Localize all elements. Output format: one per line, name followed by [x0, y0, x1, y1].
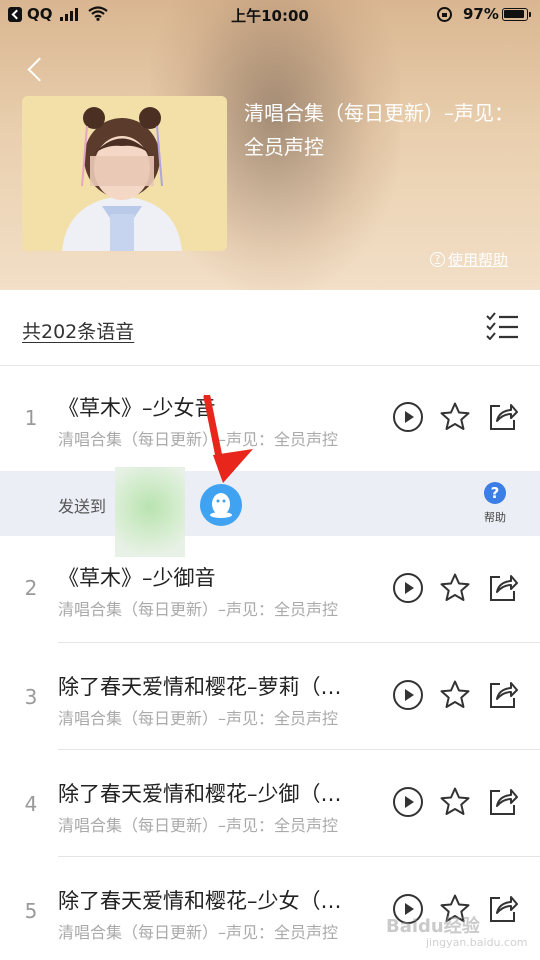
share-icon[interactable] [487, 893, 519, 925]
track-title: 《草木》–少御音 [58, 566, 216, 590]
track-number: 5 [24, 899, 38, 923]
qq-penguin-icon[interactable] [200, 484, 242, 526]
multi-select-list-icon[interactable] [485, 312, 519, 341]
battery-percent: 97% [463, 5, 499, 23]
send-to-label: 发送到 [58, 497, 107, 516]
track-subtitle: 清唱合集（每日更新）–声见：全员声控 [58, 816, 339, 835]
track-subtitle: 清唱合集（每日更新）–声见：全员声控 [58, 923, 339, 942]
track-title: 除了春天爱情和樱花–萝莉（… [58, 675, 342, 699]
status-bar: QQ 上午10:00 97% [0, 0, 540, 30]
album-header: QQ 上午10:00 97% 清唱合集（每日更新）–声见：全员声控 ? 使用帮助 [0, 0, 540, 290]
album-title: 清唱合集（每日更新）–声见：全员声控 [244, 101, 514, 159]
watermark-logo: Baidu经验 [386, 916, 480, 937]
album-cover-image [22, 96, 227, 251]
track-count-label[interactable]: 共202条语音 [22, 317, 134, 344]
play-icon[interactable] [392, 572, 424, 604]
play-icon[interactable] [392, 786, 424, 818]
share-icon[interactable] [487, 401, 519, 433]
rotation-lock-icon [437, 7, 452, 22]
list-item[interactable]: 1 《草木》–少女音 清唱合集（每日更新）–声见：全员声控 [0, 366, 540, 473]
share-target-bar: 发送到 [0, 471, 540, 536]
track-title: 除了春天爱情和樱花–少女（… [58, 889, 342, 913]
track-number: 3 [24, 685, 38, 709]
track-number: 2 [24, 576, 38, 600]
track-number: 4 [24, 792, 38, 816]
usage-help-link[interactable]: ? 使用帮助 [430, 249, 508, 270]
star-icon[interactable] [439, 401, 471, 433]
clock-time: 上午10:00 [231, 7, 309, 25]
track-number: 1 [24, 406, 38, 430]
play-icon[interactable] [392, 679, 424, 711]
list-item[interactable]: 4 除了春天爱情和樱花–少御（… 清唱合集（每日更新）–声见：全员声控 [0, 750, 540, 857]
list-item[interactable]: 3 除了春天爱情和樱花–萝莉（… 清唱合集（每日更新）–声见：全员声控 [0, 643, 540, 750]
help-button[interactable]: ? 帮助 [477, 482, 513, 528]
share-icon[interactable] [487, 786, 519, 818]
star-icon[interactable] [439, 786, 471, 818]
track-subtitle: 清唱合集（每日更新）–声见：全员声控 [58, 600, 339, 619]
track-title: 《草木》–少女音 [58, 396, 216, 420]
back-button[interactable] [22, 55, 52, 85]
track-title: 除了春天爱情和樱花–少御（… [58, 782, 342, 806]
watermark-url: jingyan.baidu.com [426, 936, 528, 949]
help-label: 帮助 [484, 511, 506, 524]
list-header: 共202条语音 [0, 290, 540, 366]
track-subtitle: 清唱合集（每日更新）–声见：全员声控 [58, 709, 339, 728]
question-icon: ? [430, 252, 445, 267]
help-icon: ? [484, 482, 506, 504]
share-icon[interactable] [487, 572, 519, 604]
track-subtitle: 清唱合集（每日更新）–声见：全员声控 [58, 430, 339, 449]
list-item[interactable]: 2 《草木》–少御音 清唱合集（每日更新）–声见：全员声控 [0, 536, 540, 643]
play-icon[interactable] [392, 401, 424, 433]
star-icon[interactable] [439, 572, 471, 604]
usage-help-label: 使用帮助 [448, 251, 509, 269]
battery-icon [502, 8, 531, 21]
share-icon[interactable] [487, 679, 519, 711]
star-icon[interactable] [439, 679, 471, 711]
